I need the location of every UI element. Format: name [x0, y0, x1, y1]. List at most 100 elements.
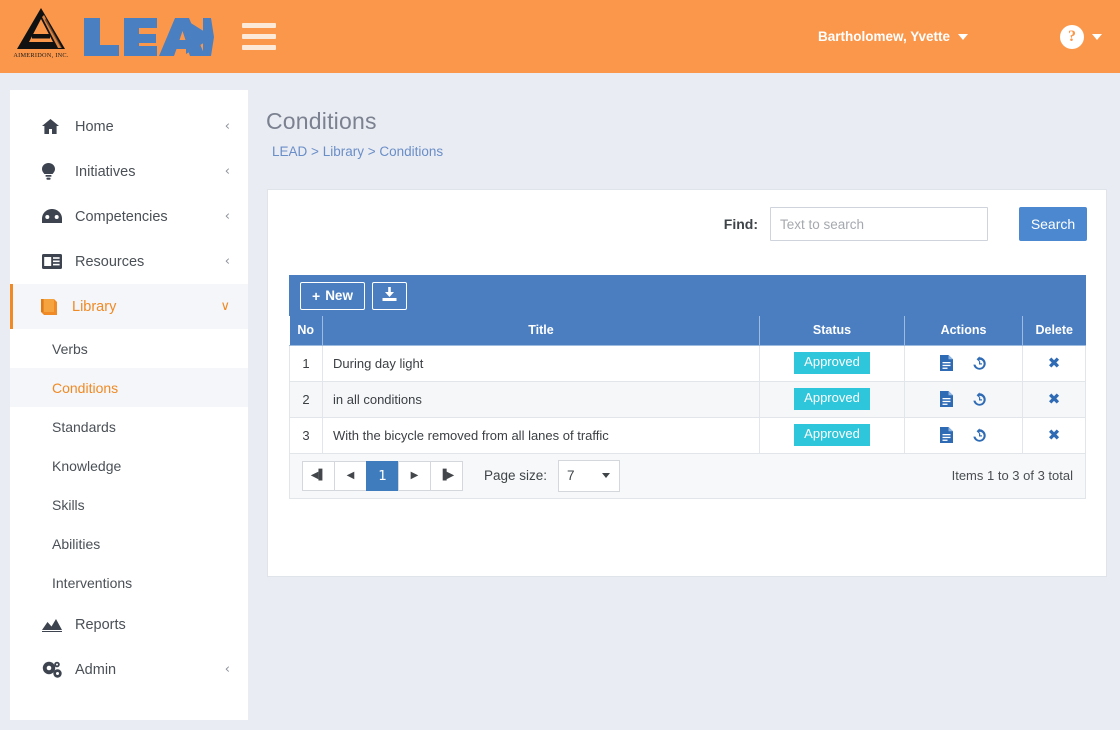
last-page-button[interactable]: ▐▶ [430, 460, 463, 491]
document-icon[interactable] [940, 427, 953, 443]
chevron-left-icon: ‹ [224, 254, 230, 269]
sidebar-item-initiatives[interactable]: Initiatives ‹ [10, 149, 248, 194]
sidebar-label: Reports [75, 616, 126, 633]
chevron-left-icon: ‹ [224, 662, 230, 677]
history-icon[interactable] [972, 391, 987, 407]
chevron-left-icon: ‹ [224, 119, 230, 134]
hamburger-menu-icon[interactable] [242, 22, 276, 52]
chevron-down-icon [602, 473, 611, 478]
row-status: Approved [759, 380, 905, 418]
conditions-table: No Title Status Actions Delete 1 During … [289, 316, 1086, 454]
row-delete: ✖ [1022, 380, 1086, 418]
row-actions [904, 344, 1023, 382]
export-button[interactable] [371, 281, 407, 310]
brand-logo[interactable]: AIMERIDON, INC. [0, 0, 214, 73]
find-label: Find: [723, 216, 758, 232]
status-badge: Approved [794, 388, 870, 410]
pagination-bar: ◀▌ ◀ 1 ▶ ▐▶ Page size: 7 Items 1 to 3 of… [289, 453, 1086, 499]
book-icon [39, 298, 63, 316]
company-name-text: AIMERIDON, INC. [13, 51, 69, 59]
sidebar-subitem-standards[interactable]: Standards [10, 407, 248, 446]
aimeridon-logo-icon: AIMERIDON, INC. [12, 6, 70, 68]
sidebar-label: Admin [75, 661, 117, 678]
column-header-title[interactable]: Title [322, 316, 760, 346]
sidebar-sublabel: Skills [52, 496, 85, 513]
row-number: 3 [289, 416, 323, 454]
download-icon [382, 286, 397, 305]
new-button-label: New [325, 288, 353, 303]
breadcrumb-current: Conditions [379, 144, 444, 159]
row-status: Approved [759, 344, 905, 382]
sidebar-item-competencies[interactable]: Competencies ‹ [10, 194, 248, 239]
pagination-buttons: ◀▌ ◀ 1 ▶ ▐▶ [302, 460, 463, 491]
row-actions [904, 416, 1023, 454]
column-header-actions: Actions [904, 316, 1023, 346]
breadcrumb-parent[interactable]: Library [323, 144, 364, 159]
header-right-controls: Bartholomew, Yvette ? [818, 0, 1120, 73]
sidebar-sublabel: Standards [52, 418, 116, 435]
newspaper-icon [42, 253, 66, 271]
sidebar-subitem-verbs[interactable]: Verbs [10, 329, 248, 368]
sidebar-label: Resources [75, 253, 145, 270]
chevron-down-icon [1092, 33, 1102, 40]
column-header-status[interactable]: Status [759, 316, 905, 346]
user-account-menu[interactable]: Bartholomew, Yvette [818, 29, 968, 44]
row-delete: ✖ [1022, 344, 1086, 382]
search-input[interactable] [770, 207, 988, 241]
search-button[interactable]: Search [1019, 207, 1087, 241]
sidebar-item-admin[interactable]: Admin ‹ [10, 647, 248, 692]
page-size-select[interactable]: 7 [558, 459, 621, 492]
history-icon[interactable] [972, 355, 987, 371]
data-grid: + New No Title Status Actions Delete 1 D… [289, 275, 1086, 499]
sidebar-subitem-conditions[interactable]: Conditions [10, 368, 248, 407]
previous-page-button[interactable]: ◀ [334, 460, 367, 491]
breadcrumb-separator: > [311, 144, 319, 159]
table-row: 2 in all conditions Approved ✖ [289, 380, 1086, 418]
delete-icon[interactable]: ✖ [1048, 354, 1061, 372]
chevron-left-icon: ‹ [224, 164, 230, 179]
row-title: During day light [322, 344, 760, 382]
chevron-down-icon: ∨ [220, 299, 230, 314]
sidebar-item-library[interactable]: Library ∨ [10, 284, 248, 329]
sidebar-item-resources[interactable]: Resources ‹ [10, 239, 248, 284]
main-content: Conditions LEAD > Library > Conditions F… [248, 73, 1120, 730]
history-icon[interactable] [972, 427, 987, 443]
row-status: Approved [759, 416, 905, 454]
table-header-row: No Title Status Actions Delete [289, 316, 1086, 346]
delete-icon[interactable]: ✖ [1048, 390, 1061, 408]
column-header-no[interactable]: No [289, 316, 323, 346]
sidebar-sublabel: Verbs [52, 340, 88, 357]
sidebar-label: Initiatives [75, 163, 136, 180]
table-row: 1 During day light Approved ✖ [289, 344, 1086, 382]
sidebar-subitem-skills[interactable]: Skills [10, 485, 248, 524]
row-number: 1 [289, 344, 323, 382]
status-badge: Approved [794, 352, 870, 374]
status-badge: Approved [794, 424, 870, 446]
sidebar-label: Home [75, 118, 114, 135]
table-row: 3 With the bicycle removed from all lane… [289, 416, 1086, 454]
sidebar-subitem-abilities[interactable]: Abilities [10, 524, 248, 563]
grid-toolbar: + New [289, 275, 1086, 316]
plus-icon: + [312, 287, 321, 304]
lightbulb-icon [42, 163, 66, 181]
conditions-panel: Find: Search + New [267, 189, 1107, 577]
document-icon[interactable] [940, 355, 953, 371]
row-delete: ✖ [1022, 416, 1086, 454]
sidebar-item-reports[interactable]: Reports [10, 602, 248, 647]
page-size-label: Page size: [484, 468, 548, 483]
document-icon[interactable] [940, 391, 953, 407]
sidebar-sublabel: Conditions [52, 379, 119, 396]
first-page-button[interactable]: ◀▌ [302, 460, 335, 491]
items-total-label: Items 1 to 3 of 3 total [951, 468, 1073, 483]
sidebar-subitem-knowledge[interactable]: Knowledge [10, 446, 248, 485]
delete-icon[interactable]: ✖ [1048, 426, 1061, 444]
next-page-button[interactable]: ▶ [398, 460, 431, 491]
page-number-1[interactable]: 1 [366, 460, 399, 491]
new-button[interactable]: + New [300, 281, 365, 310]
breadcrumb-root[interactable]: LEAD [272, 144, 307, 159]
sidebar-item-home[interactable]: Home ‹ [10, 104, 248, 149]
breadcrumb-separator: > [367, 144, 376, 159]
help-menu[interactable]: ? [1060, 24, 1102, 49]
sidebar-sublabel: Abilities [52, 535, 101, 552]
sidebar-subitem-interventions[interactable]: Interventions [10, 563, 248, 602]
